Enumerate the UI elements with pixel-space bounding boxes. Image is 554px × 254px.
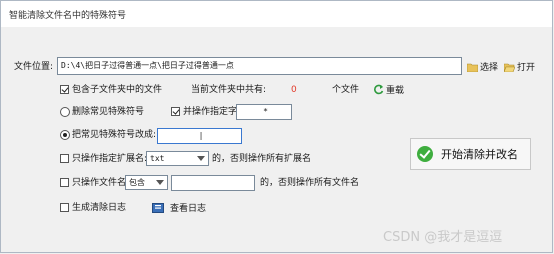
replace-char-input[interactable]: |: [157, 128, 242, 144]
ext-select-value: txt: [150, 154, 165, 163]
path-input[interactable]: D:\4\把日子过得普通一点\把日子过得普通一点: [57, 57, 462, 75]
name-input[interactable]: [171, 175, 255, 191]
reload-button[interactable]: 重载: [373, 83, 404, 96]
delete-specified-checkbox[interactable]: [171, 107, 180, 116]
reload-icon: [374, 84, 384, 95]
name-mode-select[interactable]: 包含: [125, 175, 168, 190]
log-label: 生成清除日志: [72, 203, 127, 213]
reload-label: 重载: [386, 86, 405, 96]
start-button[interactable]: 开始清除并改名: [410, 138, 531, 170]
path-label: 文件位置:: [14, 62, 54, 72]
log-book-icon: [152, 202, 164, 213]
watermark: CSDN @我才是逗逗: [383, 230, 503, 245]
start-label: 开始清除并改名: [441, 148, 518, 161]
chevron-down-icon: [156, 180, 164, 185]
chevron-down-icon: [197, 156, 205, 161]
log-checkbox[interactable]: [60, 203, 69, 212]
only-name-suffix: 的，否则操作所有文件名: [260, 178, 360, 188]
only-name-label: 只操作文件名: [72, 178, 127, 188]
choose-button[interactable]: 选择: [467, 60, 498, 73]
only-ext-label: 只操作指定扩展名:: [72, 154, 148, 164]
choose-label: 选择: [480, 63, 499, 73]
delete-common-label: 删除常见特殊符号: [72, 107, 145, 117]
file-count-unit: 个文件: [332, 85, 360, 95]
app-window: 智能清除文件名中的特殊符号 文件位置: D:\4\把日子过得普通一点\把日子过得…: [0, 0, 553, 253]
view-log-button[interactable]: 查看日志: [152, 201, 206, 214]
folder-icon: [467, 63, 478, 72]
include-sub-checkbox[interactable]: [60, 85, 69, 94]
delete-common-radio[interactable]: [60, 107, 70, 117]
only-ext-checkbox[interactable]: [60, 154, 69, 163]
view-log-label: 查看日志: [170, 204, 207, 214]
open-button[interactable]: 打开: [504, 60, 535, 73]
title-bar: 智能清除文件名中的特殊符号: [1, 1, 552, 27]
ext-select[interactable]: txt: [146, 151, 209, 166]
replace-common-radio[interactable]: [60, 130, 70, 140]
only-ext-suffix: 的，否则操作所有扩展名: [212, 154, 312, 164]
window-title: 智能清除文件名中的特殊符号: [9, 11, 127, 21]
file-count-value: 0: [291, 85, 297, 95]
only-name-checkbox[interactable]: [60, 178, 69, 187]
open-label: 打开: [517, 63, 536, 73]
replace-common-label: 把常见特殊符号改成:: [72, 130, 157, 140]
file-count-label: 当前文件夹中共有:: [191, 85, 267, 95]
check-icon: [417, 146, 433, 162]
open-folder-icon: [504, 63, 515, 72]
name-mode-value: 包含: [129, 178, 145, 187]
specified-char-input[interactable]: *: [236, 104, 292, 120]
include-sub-label: 包含子文件夹中的文件: [72, 85, 163, 95]
